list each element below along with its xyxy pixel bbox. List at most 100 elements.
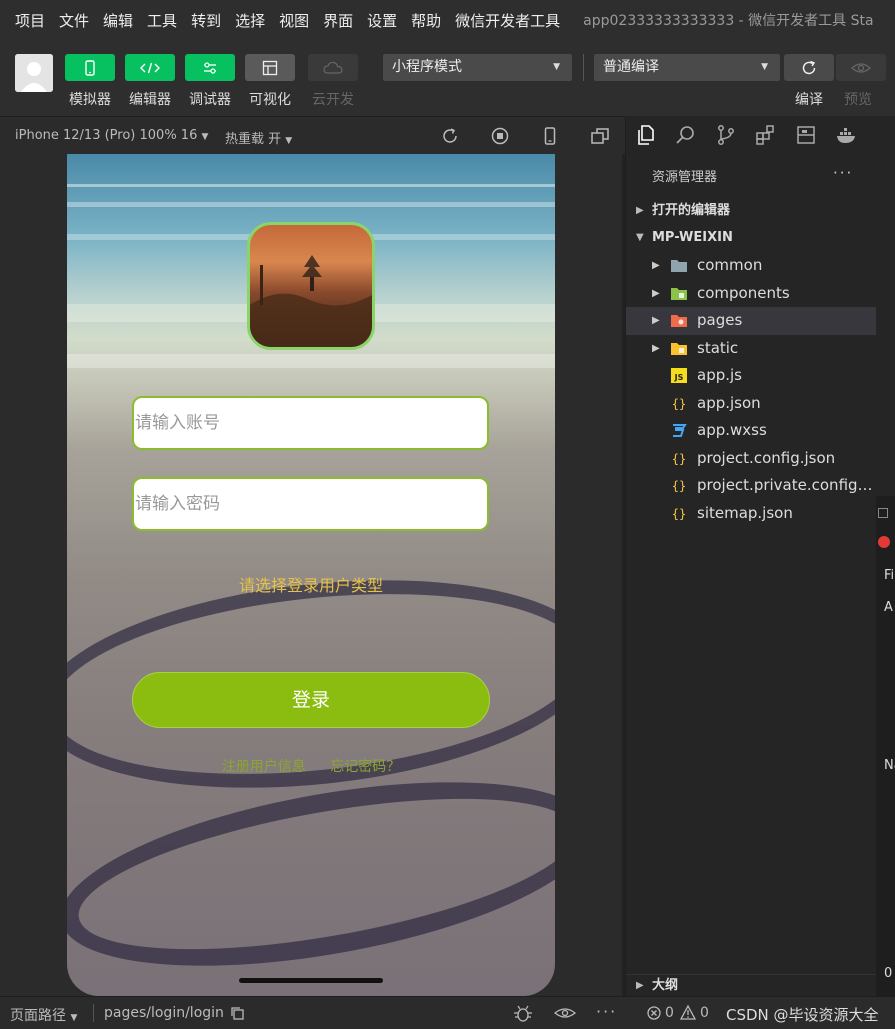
status-bar: 页面路径 ▼ pages/login/login ··· 0 0 CSDN @毕… <box>0 996 895 1029</box>
user-type-picker[interactable]: 请选择登录用户类型 <box>67 572 555 596</box>
error-icon[interactable] <box>647 1006 661 1020</box>
tree-item-project-private-config[interactable]: {} project.private.config.js... <box>626 472 877 500</box>
tree-item-label: app.js <box>697 366 742 384</box>
record-icon[interactable] <box>878 536 890 548</box>
menu-item-settings[interactable]: 设置 <box>360 10 404 31</box>
code-icon <box>140 62 160 73</box>
menubar: 项目 文件 编辑 工具 转到 选择 视图 界面 设置 帮助 微信开发者工具 ap… <box>0 0 895 40</box>
compile-button[interactable] <box>784 54 834 81</box>
phone-icon <box>85 59 95 76</box>
error-count[interactable]: 0 <box>665 1005 674 1021</box>
more-actions-button[interactable]: ··· <box>833 164 853 182</box>
folder-icon <box>671 260 687 272</box>
tree-item-app-wxss[interactable]: app.wxss <box>626 417 876 445</box>
eye-icon <box>851 62 871 73</box>
menu-item-project[interactable]: 项目 <box>8 10 52 31</box>
eye-icon[interactable] <box>554 1006 576 1020</box>
project-section[interactable]: ▼ MP-WEIXIN <box>626 224 876 251</box>
account-input[interactable]: 请输入账号 <box>132 396 489 450</box>
panel-fragment: Na <box>884 758 895 773</box>
outline-label: 大纲 <box>652 978 679 993</box>
simulator-area: 请输入账号 请输入密码 请选择登录用户类型 登录 注册用户信息 忘记密码？ <box>0 154 625 996</box>
avatar[interactable] <box>15 54 53 92</box>
stop-icon[interactable] <box>490 126 510 146</box>
warning-icon[interactable] <box>680 1005 696 1020</box>
activity-bar <box>626 116 876 154</box>
cloud-button[interactable] <box>308 54 358 81</box>
outline-section[interactable]: ▶ 大纲 <box>626 974 876 996</box>
source-control-icon[interactable] <box>715 124 737 146</box>
tree-item-sitemap[interactable]: {} sitemap.json <box>626 500 876 528</box>
json-icon: {} <box>672 507 686 521</box>
tree-item-components[interactable]: ▶ components <box>626 280 876 308</box>
checkbox-icon[interactable] <box>878 508 888 518</box>
tree-item-app-js[interactable]: JS app.js <box>626 362 876 390</box>
tree-item-project-config[interactable]: {} project.config.json <box>626 445 876 473</box>
tree-item-static[interactable]: ▶ static <box>626 335 876 363</box>
editor-button[interactable] <box>125 54 175 81</box>
phone-icon[interactable] <box>540 126 560 146</box>
menu-item-interface[interactable]: 界面 <box>316 10 360 31</box>
tree-item-pages[interactable]: ▶ pages <box>626 307 876 335</box>
folder-icon <box>671 287 687 300</box>
page-path: pages/login/login <box>104 1005 224 1021</box>
visual-label[interactable]: 可视化 <box>240 89 300 109</box>
rotate-icon[interactable] <box>440 126 460 146</box>
menu-item-goto[interactable]: 转到 <box>184 10 228 31</box>
register-link[interactable]: 注册用户信息 <box>222 759 306 775</box>
project-label: MP-WEIXIN <box>652 230 733 245</box>
panel-fragment: Fi <box>884 568 895 583</box>
menu-item-select[interactable]: 选择 <box>228 10 272 31</box>
preview-label[interactable]: 预览 <box>828 89 888 109</box>
menu-item-tools[interactable]: 工具 <box>140 10 184 31</box>
wave-stripe <box>67 184 555 187</box>
simulator-button[interactable] <box>65 54 115 81</box>
copy-icon[interactable] <box>230 1006 245 1021</box>
password-input[interactable]: 请输入密码 <box>132 477 489 531</box>
menu-item-help[interactable]: 帮助 <box>404 10 448 31</box>
sand-drawing <box>67 748 555 996</box>
search-icon[interactable] <box>675 124 697 146</box>
forgot-password-link[interactable]: 忘记密码？ <box>330 759 400 775</box>
hot-reload-select[interactable]: 热重载 开 ▼ <box>225 128 292 147</box>
detach-window-icon[interactable] <box>590 126 610 146</box>
preview-button[interactable] <box>836 54 886 81</box>
tree-item-label: common <box>697 256 763 274</box>
chevron-right-icon: ▶ <box>652 315 660 326</box>
chevron-right-icon: ▶ <box>636 980 644 991</box>
overlapping-panel: Fi A Na 0 <box>876 496 895 996</box>
layout-icon <box>262 60 278 75</box>
login-button[interactable]: 登录 <box>132 672 490 728</box>
editor-label[interactable]: 编辑器 <box>120 89 180 109</box>
cloud-label[interactable]: 云开发 <box>303 89 363 109</box>
more-icon[interactable]: ··· <box>596 1002 617 1021</box>
menu-item-devtools[interactable]: 微信开发者工具 <box>448 10 567 31</box>
wave-stripe <box>67 202 555 207</box>
visual-button[interactable] <box>245 54 295 81</box>
phone-screen: 请输入账号 请输入密码 请选择登录用户类型 登录 注册用户信息 忘记密码？ <box>67 154 555 996</box>
storage-icon[interactable] <box>795 124 817 146</box>
menu-item-file[interactable]: 文件 <box>52 10 96 31</box>
mode-select[interactable]: 小程序模式 ▼ <box>383 54 572 81</box>
files-icon[interactable] <box>635 124 657 146</box>
bug-icon[interactable] <box>513 1005 533 1022</box>
tree-item-app-json[interactable]: {} app.json <box>626 390 876 418</box>
json-icon: {} <box>672 452 686 466</box>
hot-reload-label: 热重载 开 <box>225 132 282 147</box>
compile-select[interactable]: 普通编译 ▼ <box>594 54 780 81</box>
debugger-button[interactable] <box>185 54 235 81</box>
tree-item-label: sitemap.json <box>697 503 793 522</box>
menu-item-view[interactable]: 视图 <box>272 10 316 31</box>
tree-item-common[interactable]: ▶ common <box>626 252 876 280</box>
warning-count[interactable]: 0 <box>700 1005 709 1021</box>
compile-select-value: 普通编译 <box>603 59 659 75</box>
extensions-icon[interactable] <box>755 124 777 146</box>
debugger-label[interactable]: 调试器 <box>180 89 240 109</box>
open-editors-section[interactable]: ▶ 打开的编辑器 <box>626 197 876 224</box>
page-path-select[interactable]: 页面路径 ▼ <box>10 1005 77 1025</box>
device-select[interactable]: iPhone 12/13 (Pro) 100% 16 ▼ <box>15 128 208 143</box>
tree-item-label: app.wxss <box>697 421 767 439</box>
menu-item-edit[interactable]: 编辑 <box>96 10 140 31</box>
docker-icon[interactable] <box>835 124 857 146</box>
simulator-label[interactable]: 模拟器 <box>60 89 120 109</box>
